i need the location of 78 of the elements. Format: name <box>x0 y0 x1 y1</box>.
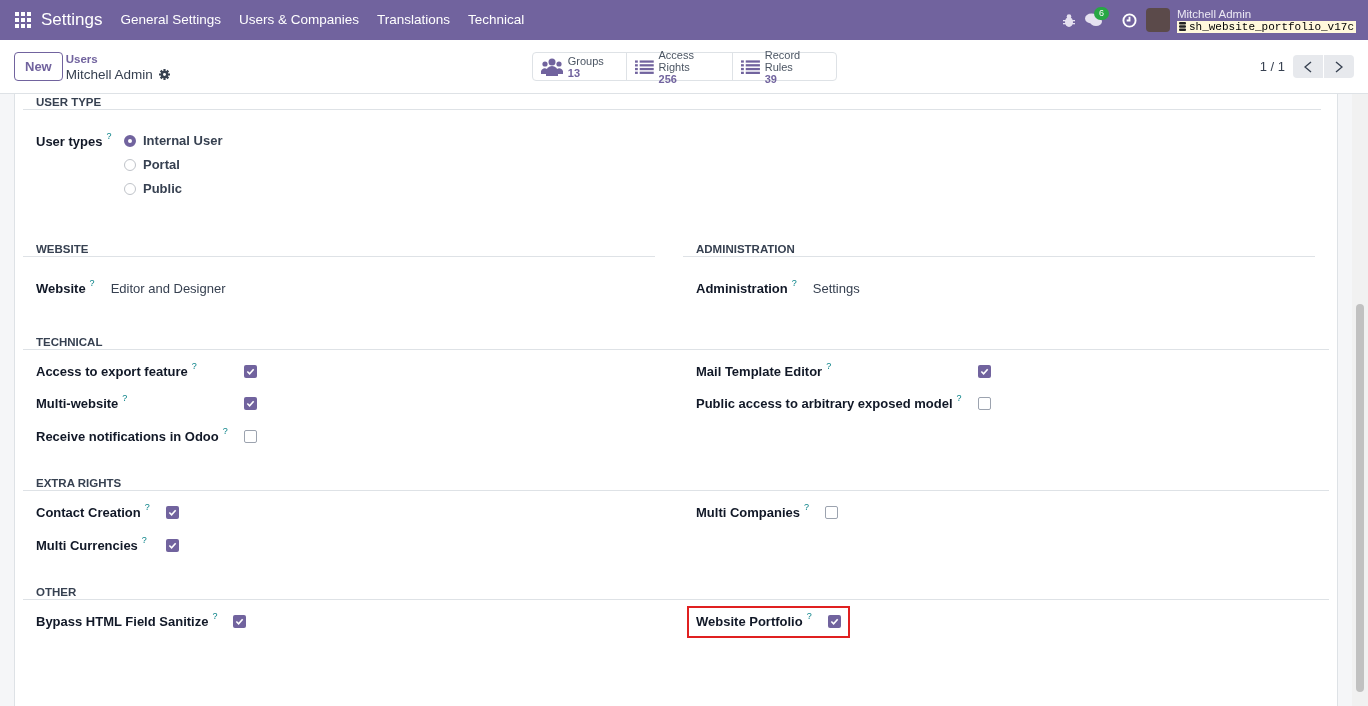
section-header: TECHNICAL <box>36 335 103 349</box>
user-name[interactable]: Mitchell Admin <box>1176 7 1356 20</box>
checkbox[interactable] <box>977 364 991 378</box>
option-label: Public <box>143 180 182 197</box>
help-tooltip[interactable]: ? <box>826 360 832 371</box>
field-value: Editor and Designer <box>110 280 226 298</box>
help-tooltip[interactable]: ? <box>222 425 228 436</box>
gear-icon[interactable] <box>158 68 170 80</box>
checkbox[interactable] <box>243 429 257 443</box>
field-label: User types <box>36 133 103 151</box>
field-label: Website Portfolio <box>696 613 803 631</box>
field-label: Multi Currencies <box>36 536 138 555</box>
help-tooltip[interactable]: ? <box>141 534 147 545</box>
pager-value: 1 / 1 <box>1259 57 1285 76</box>
checkbox[interactable] <box>827 615 841 629</box>
help-tooltip[interactable]: ? <box>804 502 810 512</box>
section-header: OTHER <box>36 586 77 599</box>
help-tooltip[interactable]: ? <box>144 502 150 512</box>
field-label: Bypass HTML Field Sanitize <box>36 613 209 631</box>
field-label: Multi-website <box>36 395 119 413</box>
menu-item[interactable]: Translations <box>368 9 460 31</box>
app-title[interactable]: Settings <box>41 7 103 33</box>
section-header: WEBSITE <box>36 243 89 256</box>
field-label: Website <box>36 280 86 298</box>
section-header: EXTRA RIGHTS <box>36 477 122 490</box>
help-tooltip[interactable]: ? <box>956 393 962 403</box>
radio-button[interactable] <box>124 182 136 195</box>
database-badge: sh_website_portfolio_v17c <box>1176 20 1356 33</box>
menu-item[interactable]: General Settings <box>111 9 230 31</box>
users-icon <box>540 57 563 76</box>
scrollbar[interactable] <box>1352 94 1368 706</box>
smart-button[interactable]: Record Rules 39 <box>731 52 837 81</box>
menu-item[interactable]: Users & Companies <box>230 9 369 31</box>
new-button[interactable]: New <box>14 52 63 81</box>
list-icon <box>634 58 654 75</box>
field-label: Access to export feature <box>36 362 188 381</box>
chevron-right-icon <box>1335 60 1343 73</box>
checkbox[interactable] <box>165 506 179 519</box>
help-tooltip[interactable]: ? <box>106 131 112 141</box>
smart-button[interactable]: Groups 13 <box>531 52 627 81</box>
field-label: Contact Creation <box>36 504 141 522</box>
field-label: Mail Template Editor <box>696 362 823 381</box>
list-icon <box>740 58 760 75</box>
option-label: Portal <box>143 156 180 173</box>
field-label: Administration <box>696 280 788 298</box>
field-value: Settings <box>812 280 860 298</box>
database-icon <box>1178 22 1186 31</box>
radio-button[interactable] <box>124 134 136 147</box>
radio-button[interactable] <box>124 158 136 171</box>
clock-icon[interactable] <box>1121 12 1137 28</box>
checkbox[interactable] <box>233 615 247 628</box>
field-label: Public access to arbitrary exposed model <box>696 395 953 413</box>
help-tooltip[interactable]: ? <box>806 611 812 621</box>
help-tooltip[interactable]: ? <box>791 278 797 288</box>
apps-grid-icon[interactable] <box>15 12 31 28</box>
chevron-left-icon <box>1304 60 1312 73</box>
record-title: Mitchell Admin <box>65 66 153 82</box>
checkbox[interactable] <box>243 397 257 410</box>
smart-button[interactable]: Access Rights 256 <box>625 52 733 81</box>
help-tooltip[interactable]: ? <box>212 611 218 621</box>
help-tooltip[interactable]: ? <box>122 393 128 403</box>
previous-button[interactable] <box>1293 55 1323 78</box>
bug-icon[interactable] <box>1062 13 1075 27</box>
checkbox[interactable] <box>165 538 179 552</box>
checkbox[interactable] <box>977 397 991 410</box>
field-label: Receive notifications in Odoo <box>36 427 219 446</box>
help-tooltip[interactable]: ? <box>191 360 197 371</box>
option-label: Internal User <box>143 132 223 149</box>
menu-item[interactable]: Technical <box>459 9 534 31</box>
notification-badge: 6 <box>1093 7 1109 20</box>
checkbox[interactable] <box>825 506 839 519</box>
help-tooltip[interactable]: ? <box>89 278 95 288</box>
field-label: Multi Companies <box>696 504 800 522</box>
breadcrumb-link[interactable]: Users <box>65 51 170 67</box>
next-button[interactable] <box>1324 55 1354 78</box>
checkbox[interactable] <box>243 364 257 378</box>
section-header: USER TYPE <box>36 96 102 109</box>
section-header: ADMINISTRATION <box>696 243 795 256</box>
